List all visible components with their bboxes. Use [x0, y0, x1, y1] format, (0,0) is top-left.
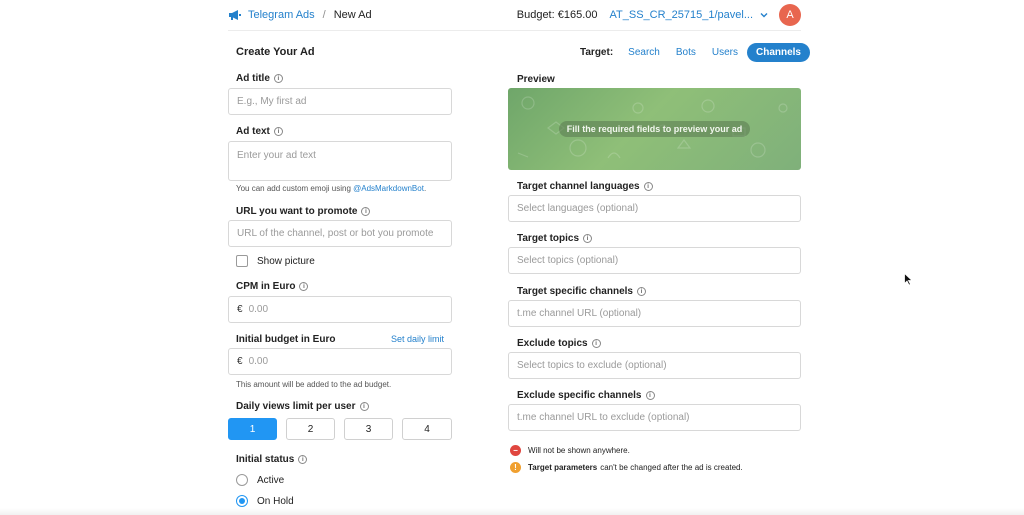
- show-picture-checkbox[interactable]: [236, 255, 248, 267]
- url-label: URL you want to promote i: [236, 206, 371, 217]
- cpm-label-text: CPM in Euro: [236, 281, 296, 292]
- exclude-channels-label: Exclude specific channels i: [517, 390, 655, 401]
- show-picture-label: Show picture: [257, 255, 315, 267]
- top-bar: Telegram Ads / New Ad Budget: €165.00 AT…: [228, 0, 801, 31]
- info-icon[interactable]: i: [583, 234, 593, 243]
- specific-channels-input[interactable]: t.me channel URL (optional): [508, 300, 801, 327]
- budget-label-field: Initial budget in Euro: [236, 334, 335, 345]
- info-icon[interactable]: i: [273, 127, 283, 136]
- cpm-label: CPM in Euro i: [236, 281, 309, 292]
- info-note-bold: Target parameters: [528, 463, 598, 472]
- target-tabs: Target: Search Bots Users Channels: [580, 43, 810, 62]
- languages-label-text: Target channel languages: [517, 181, 640, 192]
- hint-text: You can add custom emoji using: [236, 184, 354, 193]
- info-icon[interactable]: i: [361, 207, 371, 216]
- info-icon[interactable]: i: [645, 391, 655, 400]
- app-name-link[interactable]: Telegram Ads: [248, 9, 315, 21]
- euro-sign: €: [237, 304, 243, 315]
- account-area: Budget: €165.00 AT_SS_CR_25715_1/pavel..…: [517, 4, 801, 26]
- budget-hint: This amount will be added to the ad budg…: [236, 380, 392, 389]
- ad-title-input[interactable]: E.g., My first ad: [228, 88, 452, 115]
- breadcrumb-separator: /: [322, 9, 326, 21]
- budget-placeholder: 0.00: [248, 356, 269, 367]
- ad-title-label-text: Ad title: [236, 73, 270, 84]
- budget-label-text: Initial budget in Euro: [236, 334, 336, 345]
- show-picture-row[interactable]: Show picture: [236, 255, 315, 267]
- megaphone-icon: [229, 10, 241, 20]
- exclude-topics-label-text: Exclude topics: [517, 338, 588, 349]
- tab-bots[interactable]: Bots: [669, 43, 703, 62]
- warning-note-text: Will not be shown anywhere.: [528, 446, 630, 455]
- daily-views-option-3[interactable]: 3: [344, 418, 393, 440]
- ad-text-input[interactable]: Enter your ad text: [228, 141, 452, 181]
- exclude-channels-label-text: Exclude specific channels: [517, 390, 642, 401]
- info-icon[interactable]: i: [636, 287, 646, 296]
- info-icon[interactable]: i: [643, 182, 653, 191]
- daily-views-label: Daily views limit per user i: [236, 401, 369, 412]
- daily-views-option-2[interactable]: 2: [286, 418, 335, 440]
- exclude-channels-input[interactable]: t.me channel URL to exclude (optional): [508, 404, 801, 431]
- info-icon[interactable]: i: [359, 402, 369, 411]
- exclude-topics-select[interactable]: Select topics to exclude (optional): [508, 352, 801, 379]
- mouse-cursor-icon: [904, 273, 913, 286]
- breadcrumb: Telegram Ads / New Ad: [228, 9, 372, 21]
- info-note-text: can't be changed after the ad is created…: [600, 463, 743, 472]
- status-onhold-row[interactable]: On Hold: [236, 495, 294, 507]
- status-active-row[interactable]: Active: [236, 474, 284, 486]
- specific-channels-label: Target specific channels i: [517, 286, 646, 297]
- info-icon[interactable]: i: [273, 74, 283, 83]
- status-active-radio[interactable]: [236, 474, 248, 486]
- ads-markdown-bot-link[interactable]: @AdsMarkdownBot: [353, 184, 424, 193]
- languages-label: Target channel languages i: [517, 181, 653, 192]
- cpm-placeholder: 0.00: [248, 304, 269, 315]
- ad-preview: Fill the required fields to preview your…: [508, 88, 801, 170]
- tab-channels[interactable]: Channels: [746, 43, 810, 62]
- tab-users[interactable]: Users: [705, 43, 745, 62]
- daily-views-option-1[interactable]: 1: [228, 418, 277, 440]
- page: Telegram Ads / New Ad Budget: €165.00 AT…: [0, 0, 1024, 515]
- info-note: ! Target parameters can't be changed aft…: [510, 462, 743, 473]
- ad-text-label: Ad text i: [236, 126, 283, 137]
- specific-channels-label-text: Target specific channels: [517, 286, 633, 297]
- tab-search[interactable]: Search: [621, 43, 667, 62]
- exclude-topics-label: Exclude topics i: [517, 338, 601, 349]
- chevron-down-icon[interactable]: [759, 10, 769, 20]
- initial-status-label: Initial status i: [236, 454, 308, 465]
- languages-select[interactable]: Select languages (optional): [508, 195, 801, 222]
- initial-status-label-text: Initial status: [236, 454, 295, 465]
- preview-message: Fill the required fields to preview your…: [558, 121, 751, 137]
- status-active-label: Active: [257, 474, 285, 486]
- minus-circle-icon: −: [510, 445, 521, 456]
- exclamation-icon: !: [510, 462, 521, 473]
- ad-text-label-text: Ad text: [236, 126, 270, 137]
- ad-title-label: Ad title i: [236, 73, 283, 84]
- cpm-input[interactable]: € 0.00: [228, 296, 452, 323]
- budget-input[interactable]: € 0.00: [228, 348, 452, 375]
- account-selector[interactable]: AT_SS_CR_25715_1/pavel...: [610, 9, 754, 21]
- topics-label-text: Target topics: [517, 233, 580, 244]
- hint-suffix: .: [423, 184, 427, 193]
- url-input[interactable]: URL of the channel, post or bot you prom…: [228, 220, 452, 247]
- info-icon[interactable]: i: [591, 339, 601, 348]
- daily-views-label-text: Daily views limit per user: [236, 401, 356, 412]
- euro-sign: €: [237, 356, 243, 367]
- status-onhold-radio[interactable]: [236, 495, 248, 507]
- ad-text-hint: You can add custom emoji using @AdsMarkd…: [236, 184, 426, 193]
- bottom-edge: [0, 508, 1024, 515]
- url-label-text: URL you want to promote: [236, 206, 358, 217]
- info-icon[interactable]: i: [298, 455, 308, 464]
- budget-label: Budget: €165.00: [516, 9, 598, 21]
- avatar[interactable]: A: [779, 4, 801, 26]
- warning-note: − Will not be shown anywhere.: [510, 445, 630, 456]
- set-daily-limit-link[interactable]: Set daily limit: [391, 334, 444, 344]
- info-icon[interactable]: i: [299, 282, 309, 291]
- topics-label: Target topics i: [517, 233, 593, 244]
- topics-select[interactable]: Select topics (optional): [508, 247, 801, 274]
- status-onhold-label: On Hold: [257, 495, 294, 507]
- form-title: Create Your Ad: [236, 46, 315, 58]
- daily-views-option-4[interactable]: 4: [402, 418, 452, 440]
- page-name: New Ad: [333, 9, 372, 21]
- preview-label: Preview: [517, 74, 555, 85]
- target-label: Target:: [580, 47, 614, 58]
